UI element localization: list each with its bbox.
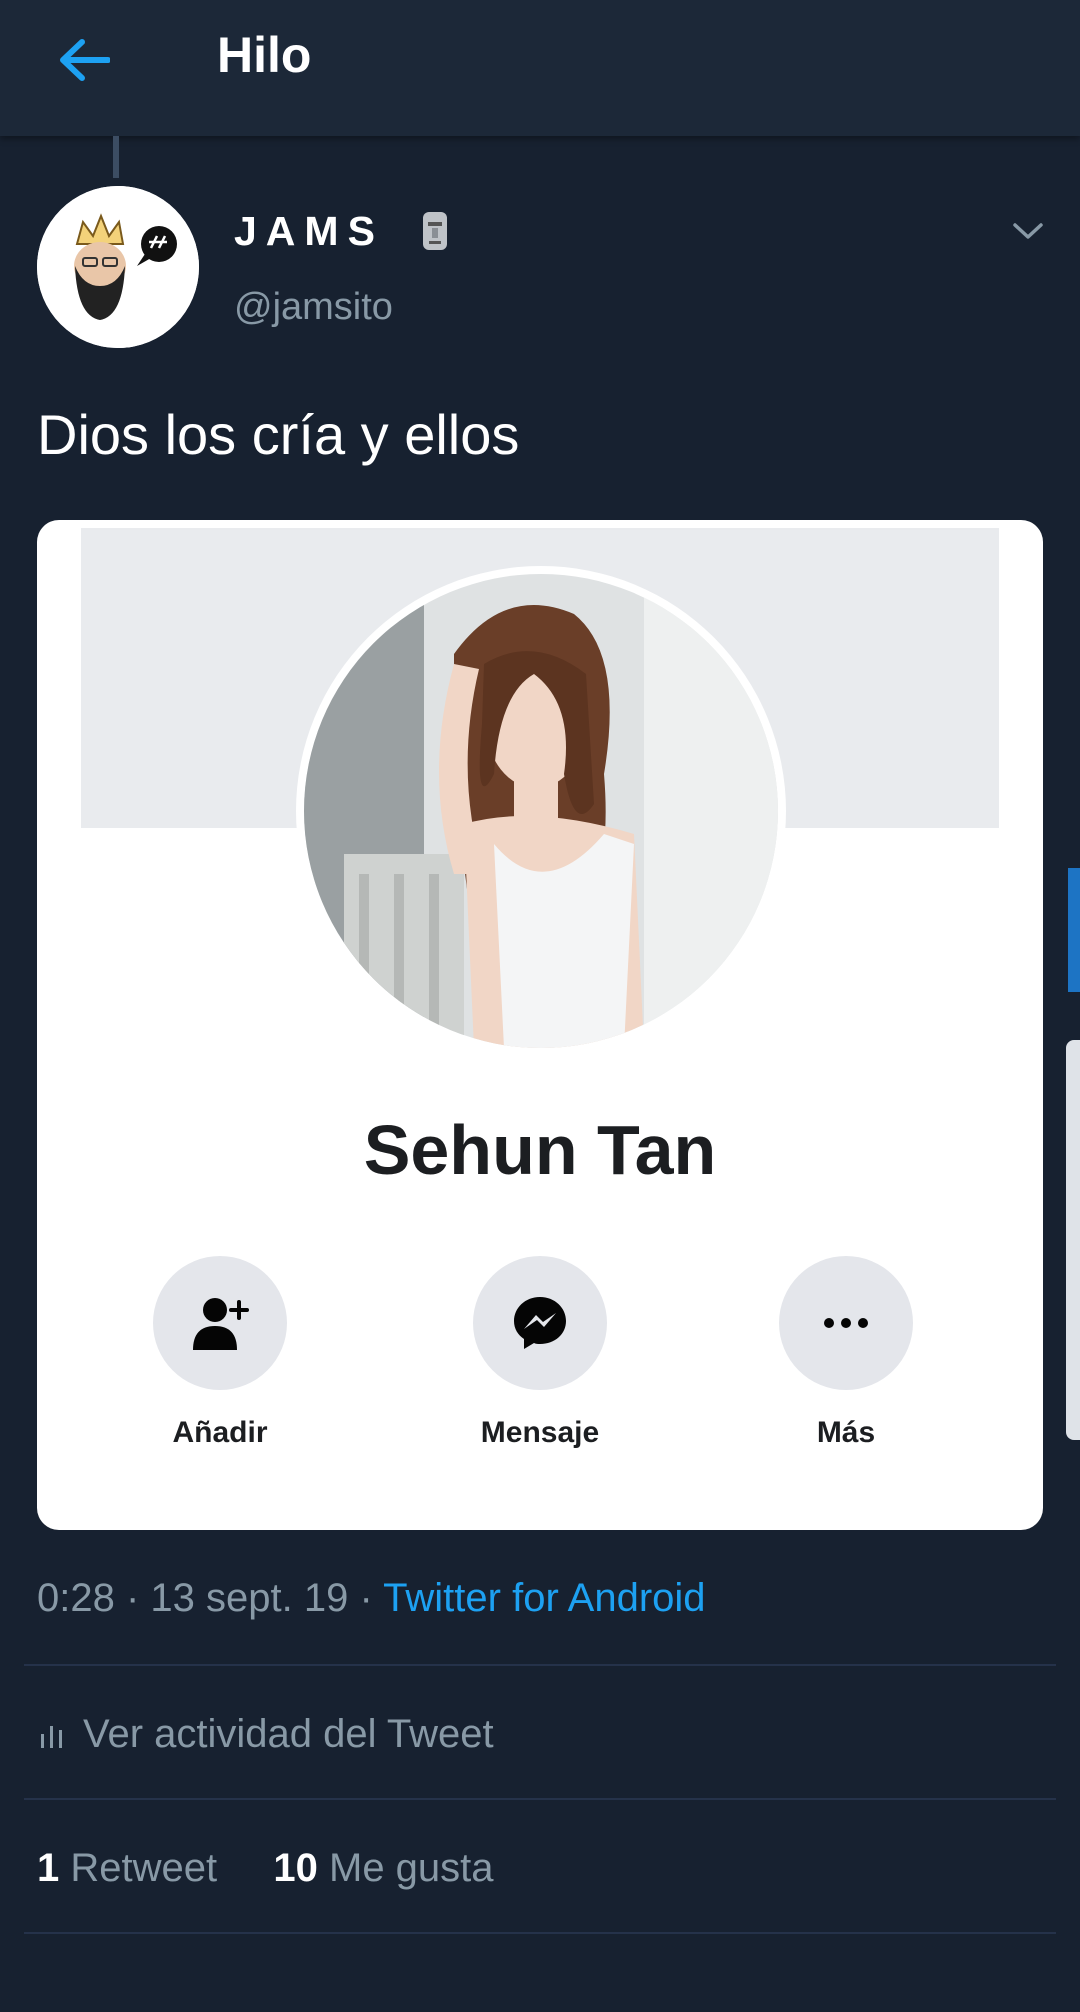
separator: · [114,1576,151,1620]
tweet-text: Dios los cría y ellos [37,403,520,466]
author-avatar[interactable] [37,186,199,348]
moai-emoji-icon [423,212,447,250]
author-display-name[interactable]: JAMS [234,208,384,255]
like-label[interactable]: Me gusta [329,1846,494,1890]
add-friend-label: Añadir [172,1416,268,1449]
more-circle [779,1256,913,1390]
back-button[interactable] [52,28,116,92]
top-bar: Hilo [0,0,1080,136]
bearded-king-avatar-image [37,186,199,348]
divider [24,1664,1056,1666]
tweet-date: 13 sept. 19 [150,1576,349,1620]
more-icon [824,1318,868,1328]
message-label: Mensaje [480,1416,600,1449]
add-friend-circle [153,1256,287,1390]
like-count[interactable]: 10 [273,1846,318,1890]
chevron-down-icon[interactable] [1010,216,1046,246]
tweet-timestamp: 0:28 · 13 sept. 19 · Twitter for Android [37,1576,706,1621]
back-arrow-icon [60,39,110,81]
retweet-count[interactable]: 1 [37,1846,59,1890]
page-title: Hilo [217,27,312,83]
add-friend-button: Añadir [120,1256,320,1450]
scrollbar-track [1066,1040,1080,1440]
separator: · [348,1576,384,1620]
scrollbar-thumb[interactable] [1068,868,1080,992]
message-button: Mensaje [440,1256,640,1450]
profile-picture [296,566,786,1056]
divider [24,1798,1056,1800]
profile-name: Sehun Tan [363,1111,717,1189]
bar-chart-icon [41,1725,62,1748]
tweet-media-card[interactable]: Sehun Tan Añadir Mensaje Más [37,520,1043,1530]
woman-portrait-image [304,574,778,1048]
divider [24,1932,1056,1934]
more-button: Más [746,1256,946,1450]
more-label: Más [816,1416,876,1449]
thread-connector-line [113,136,119,178]
tweet-source-link[interactable]: Twitter for Android [383,1576,705,1620]
message-circle [473,1256,607,1390]
add-friend-icon [193,1298,249,1350]
author-handle[interactable]: @jamsito [234,286,393,329]
messenger-icon [514,1297,566,1349]
retweet-label[interactable]: Retweet [70,1846,217,1890]
tweet-time: 0:28 [37,1576,115,1620]
tweet-activity-link[interactable]: Ver actividad del Tweet [37,1712,494,1757]
tweet-stats: 1 Retweet 10 Me gusta [37,1846,494,1891]
activity-label: Ver actividad del Tweet [83,1712,494,1756]
